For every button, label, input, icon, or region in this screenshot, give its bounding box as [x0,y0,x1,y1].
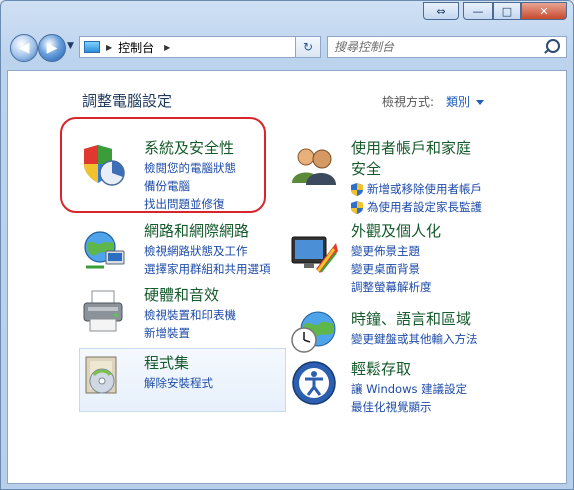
link-change-input-method[interactable]: 變更鍵盤或其他輸入方法 [351,330,478,348]
caption-buttons: ⇔ — □ ✕ [423,2,567,20]
link-network-status[interactable]: 檢視網路狀態及工作 [144,242,271,260]
category-appearance: 外觀及個人化 變更佈景主題 變更桌面背景 調整螢幕解析度 [351,221,441,296]
uac-shield-icon [351,182,363,196]
view-by-dropdown[interactable]: 類別 [446,93,484,110]
printer-icon [83,290,123,332]
users-icon [292,148,336,185]
link-backup-computer[interactable]: 備份電腦 [144,177,236,195]
link-add-remove-accounts[interactable]: 新增或移除使用者帳戶 [351,180,482,198]
back-button[interactable]: ◀ [10,34,38,62]
link-add-device[interactable]: 新增裝置 [144,324,236,342]
forward-arrow-icon: ▶ [46,40,58,56]
breadcrumb-separator-icon[interactable]: ▶ [164,43,170,52]
ease-of-access-icon [292,361,336,405]
refresh-button[interactable]: ↻ [295,36,321,58]
link-screen-resolution[interactable]: 調整螢幕解析度 [351,278,441,296]
address-bar[interactable]: ▶ 控制台 ▶ ▼ [79,36,320,58]
category-user-accounts: 使用者帳戶和家庭 安全 新增或移除使用者帳戶 為使用者設定家長監護 [351,138,482,216]
control-panel-icon [84,41,100,53]
shield-icon [84,145,125,186]
search-input[interactable] [334,40,534,54]
uac-shield-icon [351,200,363,214]
close-button[interactable]: ✕ [521,2,567,20]
navigation-bar: ◀ ▶ ▼ ▶ 控制台 ▶ ▼ ↻ [7,33,567,63]
category-network-internet: 網路和網際網路 檢視網路狀態及工作 選擇家用群組和共用選項 [144,221,271,278]
link-windows-suggest-settings[interactable]: 讓 Windows 建議設定 [351,380,467,398]
category-title[interactable]: 外觀及個人化 [351,221,441,242]
category-title[interactable]: 程式集 [144,353,213,374]
link-review-computer-status[interactable]: 檢閱您的電腦狀態 [144,159,236,177]
clock-globe-icon [291,311,336,353]
link-change-theme[interactable]: 變更佈景主題 [351,242,441,260]
category-clock-language-region: 時鐘、語言和區域 變更鍵盤或其他輸入方法 [351,309,478,348]
category-title[interactable]: 網路和網際網路 [144,221,271,242]
forward-button[interactable]: ▶ [38,34,66,62]
main-content: 調整電腦設定 檢視方式: 類別 系統及安全性 檢閱您的電腦狀態 備份電腦 找出問… [7,70,567,484]
category-title[interactable]: 時鐘、語言和區域 [351,309,478,330]
link-text[interactable]: 新增或移除使用者帳戶 [367,180,482,198]
category-title[interactable]: 系統及安全性 [144,138,236,159]
appearance-icon [291,236,338,273]
view-by-label: 檢視方式: [382,95,435,109]
link-find-fix-problems[interactable]: 找出問題並修復 [144,195,236,213]
back-arrow-icon: ◀ [18,40,30,56]
link-uninstall-program[interactable]: 解除安裝程式 [144,374,213,392]
search-icon[interactable] [546,39,560,53]
category-ease-of-access: 輕鬆存取 讓 Windows 建議設定 最佳化視覺顯示 [351,359,467,416]
breadcrumb-control-panel[interactable]: 控制台 [118,39,154,56]
recent-pages-dropdown-icon[interactable]: ▼ [67,41,74,51]
link-change-background[interactable]: 變更桌面背景 [351,260,441,278]
category-hardware-sound: 硬體和音效 檢視裝置和印表機 新增裝置 [144,285,236,342]
category-title-line-2[interactable]: 安全 [351,159,482,180]
category-programs: 程式集 解除安裝程式 [144,353,213,392]
control-panel-window: ⇔ — □ ✕ ◀ ▶ ▼ ▶ 控制台 ▶ ▼ ↻ 調整電腦設定 檢視方式: 類… [0,0,574,490]
refresh-icon: ↻ [302,40,314,54]
switch-window-button[interactable]: ⇔ [423,2,459,20]
link-devices-printers[interactable]: 檢視裝置和印表機 [144,306,236,324]
category-title[interactable]: 輕鬆存取 [351,359,467,380]
network-globe-icon [84,231,125,269]
link-text[interactable]: 為使用者設定家長監護 [367,198,482,216]
link-optimize-visual-display[interactable]: 最佳化視覺顯示 [351,398,467,416]
link-homegroup-sharing[interactable]: 選擇家用群組和共用選項 [144,260,271,278]
minimize-button[interactable]: — [463,2,493,20]
breadcrumb-separator-icon[interactable]: ▶ [106,43,112,52]
category-title[interactable]: 硬體和音效 [144,285,236,306]
search-box[interactable] [327,36,567,58]
maximize-button[interactable]: □ [493,2,521,20]
programs-icon [85,356,117,394]
category-system-security: 系統及安全性 檢閱您的電腦狀態 備份電腦 找出問題並修復 [144,138,236,213]
link-parental-controls[interactable]: 為使用者設定家長監護 [351,198,482,216]
category-title-line-1[interactable]: 使用者帳戶和家庭 [351,138,482,159]
page-title: 調整電腦設定 [82,92,173,110]
